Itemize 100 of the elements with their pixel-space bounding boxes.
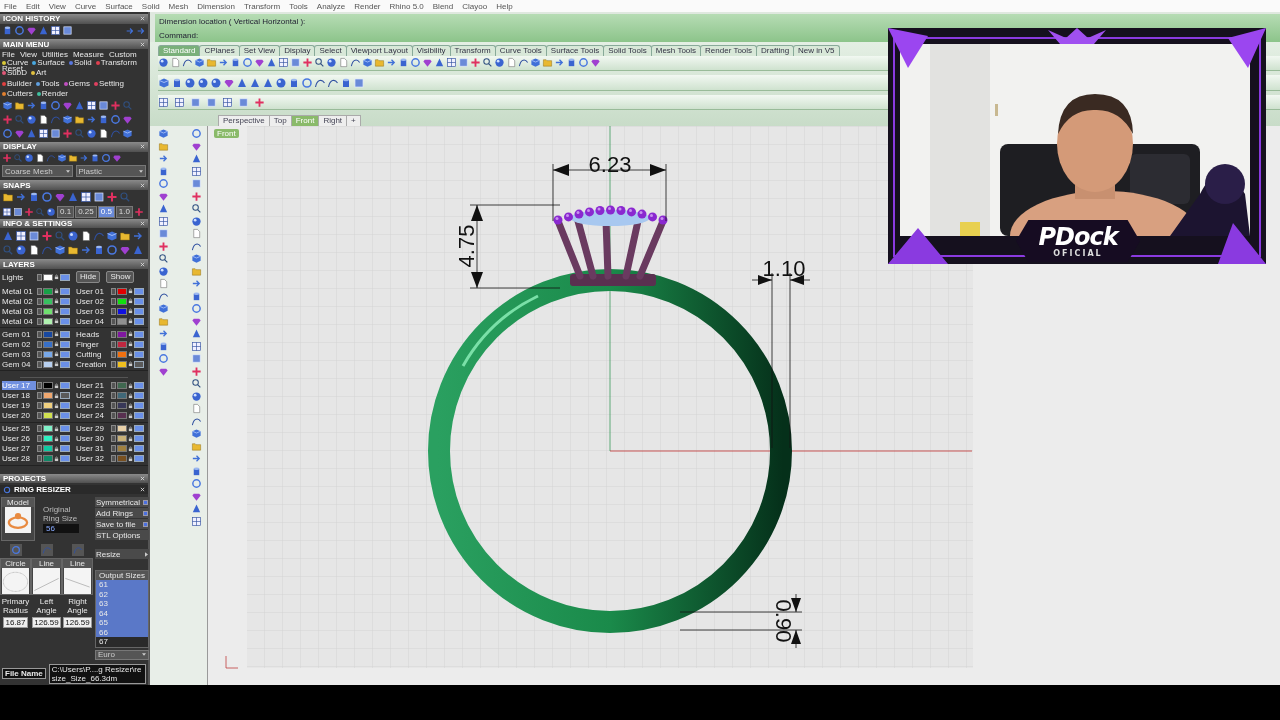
lock-icon[interactable] xyxy=(128,308,133,315)
visibility-toggle[interactable] xyxy=(134,287,144,295)
square-icon[interactable] xyxy=(98,100,109,112)
circle-icon[interactable] xyxy=(106,244,118,257)
checkbox[interactable] xyxy=(143,511,148,516)
visibility-toggle[interactable] xyxy=(134,455,144,463)
lock-icon[interactable] xyxy=(54,298,59,305)
cube-icon[interactable] xyxy=(158,128,169,139)
visibility-toggle[interactable] xyxy=(134,412,144,420)
cylinder-icon[interactable] xyxy=(230,57,241,69)
snap-step-button[interactable]: 0.25 xyxy=(75,205,97,218)
cylinder-icon[interactable] xyxy=(28,191,40,204)
size-item[interactable]: 66 xyxy=(96,628,148,638)
page-icon[interactable] xyxy=(38,113,49,125)
menu-item[interactable]: Builder xyxy=(7,79,32,88)
visibility-toggle[interactable] xyxy=(134,297,144,305)
visibility-toggle[interactable] xyxy=(134,392,144,400)
lock-icon[interactable] xyxy=(54,351,59,358)
square-icon[interactable] xyxy=(353,76,365,89)
cube-icon[interactable] xyxy=(62,113,73,125)
lock-icon[interactable] xyxy=(54,361,59,368)
lock-icon[interactable] xyxy=(128,456,133,462)
visibility-toggle[interactable] xyxy=(134,307,144,315)
circle-icon[interactable] xyxy=(3,486,11,494)
layer-name[interactable]: User 28 xyxy=(2,454,36,464)
curve-icon[interactable] xyxy=(518,57,529,69)
size-item[interactable]: 62 xyxy=(96,590,148,600)
square-icon[interactable] xyxy=(13,206,23,217)
toolbar-tab[interactable]: Select xyxy=(314,44,347,56)
plus-icon[interactable] xyxy=(191,190,202,202)
lock-icon[interactable] xyxy=(54,331,59,338)
folder-icon[interactable] xyxy=(67,244,79,257)
menu-item[interactable]: Edit xyxy=(25,1,40,11)
sphere-icon[interactable] xyxy=(191,215,202,227)
plus-icon[interactable] xyxy=(191,365,202,377)
layer-name[interactable]: User 22 xyxy=(76,391,110,401)
lock-icon[interactable] xyxy=(128,351,133,358)
layer-name[interactable]: User 20 xyxy=(2,411,36,421)
menu-item[interactable]: Utilities xyxy=(42,50,68,59)
curve-icon[interactable] xyxy=(191,415,202,427)
circle-icon[interactable] xyxy=(301,76,313,89)
visibility-toggle[interactable] xyxy=(60,287,70,295)
mesh-dropdown[interactable]: Coarse Mesh xyxy=(2,165,73,178)
visibility-toggle[interactable] xyxy=(60,425,70,433)
gem-icon[interactable] xyxy=(422,57,433,69)
layer-name[interactable]: User 32 xyxy=(76,454,110,464)
folder-icon[interactable] xyxy=(68,152,78,163)
cube-icon[interactable] xyxy=(194,57,205,69)
lock-icon[interactable] xyxy=(54,341,59,348)
plus-icon[interactable] xyxy=(254,96,265,108)
circle-icon[interactable] xyxy=(2,127,13,139)
menu-item[interactable]: Curve xyxy=(74,1,97,11)
menu-item[interactable]: Rhino 5.0 xyxy=(389,1,424,11)
sphere-icon[interactable] xyxy=(24,152,34,163)
visibility-toggle[interactable] xyxy=(60,273,70,281)
arrow-icon[interactable] xyxy=(191,453,202,464)
cube-icon[interactable] xyxy=(362,57,373,69)
sphere-icon[interactable] xyxy=(275,76,287,89)
plus-icon[interactable] xyxy=(2,113,13,125)
layer-name[interactable]: User 26 xyxy=(2,434,36,444)
plus-icon[interactable] xyxy=(24,206,34,217)
menu-item[interactable]: Render xyxy=(41,89,69,98)
arrow-icon[interactable] xyxy=(125,25,135,36)
cylinder-icon[interactable] xyxy=(191,465,202,477)
toolbar-tab[interactable]: Curve Tools xyxy=(494,44,547,56)
cube-icon[interactable] xyxy=(158,76,170,89)
close-icon[interactable] xyxy=(140,476,145,482)
visibility-toggle[interactable] xyxy=(60,340,70,348)
snap-step-button[interactable]: 0.1 xyxy=(57,205,75,218)
lock-icon[interactable] xyxy=(128,331,133,338)
visibility-toggle[interactable] xyxy=(60,297,70,305)
plus-icon[interactable] xyxy=(302,57,313,69)
cone-icon[interactable] xyxy=(191,153,202,164)
gem-icon[interactable] xyxy=(254,57,265,69)
lock-icon[interactable] xyxy=(54,274,59,281)
cylinder-icon[interactable] xyxy=(566,57,577,69)
file-name-field[interactable]: C:\Users\P....g Resizer\resize_Size_66.3dm xyxy=(48,664,146,684)
visibility-toggle[interactable] xyxy=(134,330,144,338)
magnifier-icon[interactable] xyxy=(158,253,169,264)
menu-item[interactable]: Mesh xyxy=(168,1,189,11)
close-icon[interactable] xyxy=(140,220,145,226)
sphere-icon[interactable] xyxy=(158,265,169,277)
cylinder-icon[interactable] xyxy=(171,76,183,89)
square-icon[interactable] xyxy=(93,191,105,204)
lock-icon[interactable] xyxy=(54,318,59,325)
visibility-toggle[interactable] xyxy=(60,382,70,390)
layer-name[interactable]: Cutting xyxy=(76,349,110,359)
lock-icon[interactable] xyxy=(54,288,59,295)
cone-icon[interactable] xyxy=(266,57,277,69)
layer-name[interactable]: Heads xyxy=(76,329,110,339)
grid-icon[interactable] xyxy=(2,206,12,217)
plus-icon[interactable] xyxy=(106,191,118,204)
curve-icon[interactable] xyxy=(350,57,361,69)
folder-icon[interactable] xyxy=(119,229,131,242)
magnifier-icon[interactable] xyxy=(314,57,325,69)
menu-item[interactable]: Setting xyxy=(98,79,124,88)
magnifier-icon[interactable] xyxy=(191,378,202,389)
plus-icon[interactable] xyxy=(133,206,144,217)
close-icon[interactable] xyxy=(140,144,145,150)
grid-icon[interactable] xyxy=(50,25,61,36)
